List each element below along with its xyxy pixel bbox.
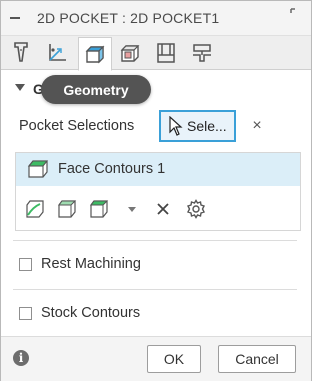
chain-select-button[interactable]: [24, 198, 46, 220]
tab-passes[interactable]: [150, 38, 182, 68]
linking-icon: [193, 44, 211, 62]
collapse-icon[interactable]: [10, 17, 20, 19]
divider: [13, 240, 297, 241]
rest-machining-label[interactable]: Rest Machining: [41, 256, 141, 272]
pocket-selections-label: Pocket Selections: [19, 118, 135, 134]
stock-contours-row: Stock Contours: [19, 305, 219, 325]
list-item[interactable]: Face Contours 1: [16, 153, 300, 186]
geometry-icon: [85, 45, 105, 64]
list-item-label: Face Contours 1: [58, 161, 166, 177]
tab-bar: [1, 36, 311, 71]
tab-tool[interactable]: [5, 38, 37, 68]
expand-icon[interactable]: [289, 7, 303, 21]
settings-icon: [187, 199, 205, 219]
tab-linking[interactable]: [186, 38, 218, 68]
chain-select-icon: [26, 200, 44, 218]
stock-contours-label[interactable]: Stock Contours: [41, 305, 140, 321]
dialog-footer: i OK Cancel: [1, 336, 311, 381]
selection-list: Face Contours 1: [15, 152, 301, 231]
rest-machining-row: Rest Machining: [19, 256, 219, 276]
face-select-button[interactable]: [56, 198, 78, 220]
cursor-arrow-icon: [169, 116, 183, 136]
clear-selection-icon[interactable]: ×: [250, 117, 264, 135]
collapse-caret-icon[interactable]: [15, 84, 25, 91]
tab-setup[interactable]: [41, 38, 73, 68]
heights-icon: [120, 45, 140, 62]
remove-selection-button[interactable]: [152, 198, 174, 220]
dropdown-arrow-icon: [128, 207, 136, 212]
tab-heights[interactable]: [114, 38, 146, 68]
divider: [13, 289, 297, 290]
dialog: 2D POCKET : 2D POCKET1 G Geometry Pocket…: [0, 0, 312, 381]
title-bar[interactable]: 2D POCKET : 2D POCKET1: [1, 1, 311, 36]
face-contour-icon: [27, 160, 49, 178]
selection-dropdown[interactable]: [121, 198, 143, 220]
face-select-icon: [58, 200, 77, 218]
rest-machining-checkbox[interactable]: [19, 258, 32, 271]
tab-geometry[interactable]: [78, 37, 112, 71]
coordinate-axes-icon: [49, 44, 66, 61]
tool-icon: [14, 42, 28, 62]
tooltip: Geometry: [41, 75, 151, 104]
ok-button[interactable]: OK: [147, 345, 201, 373]
select-button-label: Sele...: [187, 118, 227, 134]
select-button[interactable]: Sele...: [159, 110, 236, 142]
info-icon[interactable]: i: [13, 350, 29, 366]
cancel-button[interactable]: Cancel: [218, 345, 296, 373]
face-alt-select-icon: [90, 200, 109, 218]
passes-icon: [157, 43, 175, 63]
dialog-title: 2D POCKET : 2D POCKET1: [37, 10, 220, 26]
selection-tools: [16, 195, 300, 223]
remove-icon: [157, 203, 169, 215]
selection-settings-button[interactable]: [185, 198, 207, 220]
stock-contours-checkbox[interactable]: [19, 307, 32, 320]
face-alt-select-button[interactable]: [88, 198, 110, 220]
